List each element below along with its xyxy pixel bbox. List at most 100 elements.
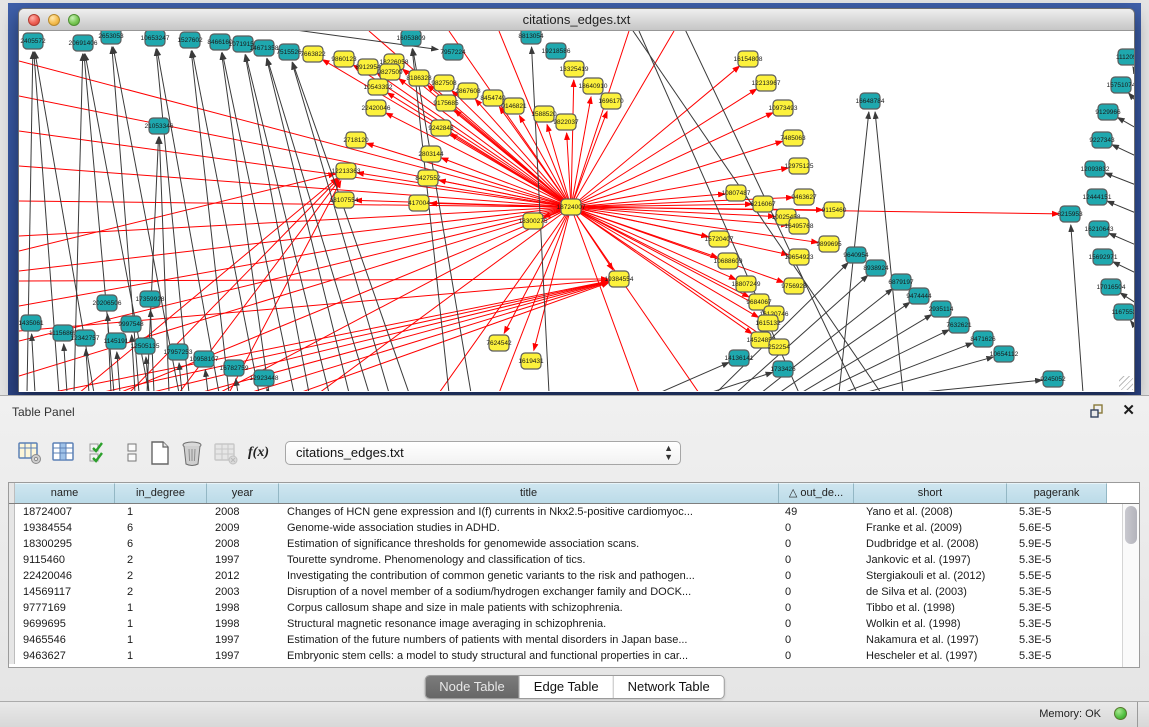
table-cell[interactable]: 5.3E-5 — [1007, 584, 1107, 600]
table-cell[interactable]: Jankovic et al. (1997) — [854, 552, 1007, 568]
table-cell[interactable]: Embryonic stem cells: a model to study s… — [279, 648, 779, 664]
table-cell[interactable]: 0 — [779, 552, 854, 568]
minimize-window-icon[interactable] — [48, 14, 60, 26]
table-cell[interactable]: 6 — [115, 536, 207, 552]
float-panel-icon[interactable] — [1089, 403, 1105, 419]
table-cell[interactable]: Tourette syndrome. Phenomenology and cla… — [279, 552, 779, 568]
table-cell[interactable]: 6 — [115, 520, 207, 536]
table-cell[interactable]: 9463627 — [15, 648, 115, 664]
table-row[interactable]: 946554611997Estimation of the future num… — [9, 632, 1122, 648]
table-cell[interactable]: 1 — [115, 632, 207, 648]
table-cell[interactable]: Hescheler et al. (1997) — [854, 648, 1007, 664]
table-cell[interactable]: 2 — [115, 552, 207, 568]
table-cell[interactable]: 1997 — [207, 648, 279, 664]
table-cell[interactable]: 2008 — [207, 536, 279, 552]
table-row[interactable]: 946362711997Embryonic stem cells: a mode… — [9, 648, 1122, 664]
column-header-year[interactable]: year — [207, 483, 279, 503]
new-document-icon[interactable] — [148, 440, 172, 466]
table-cell[interactable]: 1998 — [207, 616, 279, 632]
column-header-title[interactable]: title — [279, 483, 779, 503]
table-cell[interactable]: 1997 — [207, 552, 279, 568]
table-row[interactable]: 1938455462009Genome-wide association stu… — [9, 520, 1122, 536]
resize-grip-icon[interactable] — [1119, 376, 1133, 390]
table-cell[interactable]: 19384554 — [15, 520, 115, 536]
table-cell[interactable]: Genome-wide association studies in ADHD. — [279, 520, 779, 536]
table-cell[interactable]: 1 — [115, 600, 207, 616]
table-cell[interactable]: 49 — [779, 504, 854, 520]
table-cell[interactable]: 1997 — [207, 632, 279, 648]
table-cell[interactable]: 0 — [779, 600, 854, 616]
column-header-out_de[interactable]: △ out_de... — [779, 483, 854, 503]
table-cell[interactable]: 5.6E-5 — [1007, 520, 1107, 536]
tab-node-table[interactable]: Node Table — [425, 676, 520, 698]
table-cell[interactable]: Dudbridge et al. (2008) — [854, 536, 1007, 552]
table-cell[interactable]: Franke et al. (2009) — [854, 520, 1007, 536]
function-builder-icon[interactable]: f(x) — [248, 440, 272, 466]
zoom-window-icon[interactable] — [68, 14, 80, 26]
scrollbar-thumb[interactable] — [1125, 506, 1137, 544]
table-cell[interactable]: 0 — [779, 536, 854, 552]
table-column-icon[interactable] — [52, 440, 76, 466]
table-cell[interactable]: 0 — [779, 568, 854, 584]
table-cell[interactable]: Corpus callosum shape and size in male p… — [279, 600, 779, 616]
tab-edge-table[interactable]: Edge Table — [520, 676, 614, 698]
table-cell[interactable]: 1 — [115, 504, 207, 520]
table-cell[interactable]: Wolkin et al. (1998) — [854, 616, 1007, 632]
table-cell[interactable]: 0 — [779, 632, 854, 648]
table-cell[interactable]: 5.5E-5 — [1007, 568, 1107, 584]
table-cell[interactable]: de Silva et al. (2003) — [854, 584, 1007, 600]
table-cell[interactable]: 5.9E-5 — [1007, 536, 1107, 552]
network-window-titlebar[interactable]: citations_edges.txt — [19, 9, 1134, 31]
table-cell[interactable]: 5.3E-5 — [1007, 648, 1107, 664]
column-header-name[interactable]: name — [15, 483, 115, 503]
column-header-short[interactable]: short — [854, 483, 1007, 503]
table-row[interactable]: 969969511998Structural magnetic resonanc… — [9, 616, 1122, 632]
table-cell[interactable]: Estimation of significance thresholds fo… — [279, 536, 779, 552]
table-cell[interactable]: Stergiakouli et al. (2012) — [854, 568, 1007, 584]
table-row[interactable]: 1830029562008Estimation of significance … — [9, 536, 1122, 552]
table-cell[interactable]: 0 — [779, 584, 854, 600]
table-cell[interactable]: 2012 — [207, 568, 279, 584]
tab-network-table[interactable]: Network Table — [614, 676, 724, 698]
table-row[interactable]: 2242004622012Investigating the contribut… — [9, 568, 1122, 584]
table-cell[interactable]: 5.3E-5 — [1007, 504, 1107, 520]
column-header-in_degree[interactable]: in_degree — [115, 483, 207, 503]
close-window-icon[interactable] — [28, 14, 40, 26]
table-cell[interactable]: 2003 — [207, 584, 279, 600]
table-cell[interactable]: 1 — [115, 648, 207, 664]
table-row[interactable]: 1456911722003Disruption of a novel membe… — [9, 584, 1122, 600]
table-cell[interactable]: 18724007 — [15, 504, 115, 520]
delete-trash-icon[interactable] — [180, 440, 204, 466]
table-cell[interactable]: Tibbo et al. (1998) — [854, 600, 1007, 616]
table-cell[interactable]: Investigating the contribution of common… — [279, 568, 779, 584]
close-panel-icon[interactable]: ✕ — [1122, 401, 1135, 419]
table-settings-icon[interactable] — [18, 440, 42, 466]
table-cell[interactable]: 9115460 — [15, 552, 115, 568]
table-row[interactable]: 977716911998Corpus callosum shape and si… — [9, 600, 1122, 616]
table-cell[interactable]: 5.3E-5 — [1007, 616, 1107, 632]
table-cell[interactable]: Nakamura et al. (1997) — [854, 632, 1007, 648]
network-graph-canvas[interactable]: 2405572206914062653053106532471527602846… — [19, 31, 1134, 391]
table-cell[interactable]: 1998 — [207, 600, 279, 616]
network-view-window[interactable]: citations_edges.txt 24055722069140626530… — [18, 8, 1135, 392]
table-cell[interactable]: 0 — [779, 520, 854, 536]
table-selector-dropdown[interactable]: citations_edges.txt ▲▼ — [285, 441, 681, 465]
table-cell[interactable]: 9465546 — [15, 632, 115, 648]
table-scrollbar[interactable] — [1122, 504, 1139, 667]
table-cell[interactable]: Disruption of a novel member of a sodium… — [279, 584, 779, 600]
table-cell[interactable]: 5.3E-5 — [1007, 552, 1107, 568]
table-cell[interactable]: 9777169 — [15, 600, 115, 616]
table-cell[interactable]: Changes of HCN gene expression and I(f) … — [279, 504, 779, 520]
table-cell[interactable]: Yano et al. (2008) — [854, 504, 1007, 520]
table-cell[interactable]: 14569117 — [15, 584, 115, 600]
table-cell[interactable]: 5.3E-5 — [1007, 632, 1107, 648]
table-row[interactable]: 1872400712008Changes of HCN gene express… — [9, 504, 1122, 520]
column-header-pagerank[interactable]: pagerank — [1007, 483, 1107, 503]
table-cell[interactable]: 5.3E-5 — [1007, 600, 1107, 616]
table-cell[interactable]: 2009 — [207, 520, 279, 536]
table-cell[interactable]: 2 — [115, 568, 207, 584]
table-cell[interactable]: 1 — [115, 616, 207, 632]
table-cell[interactable]: 2008 — [207, 504, 279, 520]
unselect-rows-icon[interactable] — [122, 440, 146, 466]
table-row[interactable]: 911546021997Tourette syndrome. Phenomeno… — [9, 552, 1122, 568]
